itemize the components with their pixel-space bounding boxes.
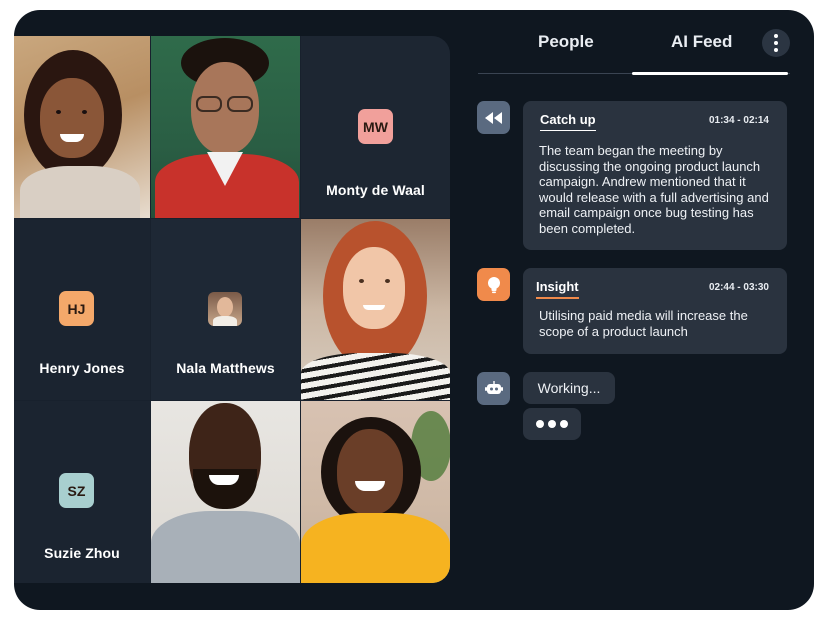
participant-name: Suzie Zhou xyxy=(44,545,120,561)
participant-video xyxy=(14,36,150,218)
tab-people[interactable]: People xyxy=(538,32,594,52)
avatar: MW xyxy=(358,109,393,144)
participant-grid: MW Monty de Waal HJ Henry Jones Nala Mat… xyxy=(14,36,450,583)
participant-tile-nala[interactable]: Nala Matthews xyxy=(151,219,300,400)
participant-tile-video-3[interactable] xyxy=(301,219,450,400)
participant-name: Nala Matthews xyxy=(176,360,275,376)
avatar: HJ xyxy=(59,291,94,326)
participant-video xyxy=(151,36,300,218)
active-tab-indicator xyxy=(632,72,788,75)
participant-tile-video-2[interactable] xyxy=(151,36,300,218)
card-body: The team began the meeting by discussing… xyxy=(539,143,769,236)
participant-video xyxy=(301,401,450,583)
participant-tile-video-4[interactable] xyxy=(151,401,300,583)
typing-dots-icon xyxy=(536,420,568,428)
participant-tile-monty[interactable]: MW Monty de Waal xyxy=(301,36,450,218)
card-body: Utilising paid media will increase the s… xyxy=(539,308,748,339)
avatar xyxy=(208,292,242,326)
feed-card-catch-up: Catch up 01:34 - 02:14 The team began th… xyxy=(523,101,787,250)
participant-tile-henry[interactable]: HJ Henry Jones xyxy=(14,219,150,400)
participant-tile-suzie[interactable]: SZ Suzie Zhou xyxy=(14,401,150,583)
app-window: MW Monty de Waal HJ Henry Jones Nala Mat… xyxy=(14,10,814,610)
participant-tile-video-5[interactable] xyxy=(301,401,450,583)
participant-video xyxy=(151,401,300,583)
rewind-icon xyxy=(477,101,510,134)
robot-icon xyxy=(477,372,510,405)
card-timestamp: 01:34 - 02:14 xyxy=(708,115,769,126)
lightbulb-icon xyxy=(477,268,510,301)
working-status: Working... xyxy=(523,372,615,404)
tab-ai-feed[interactable]: AI Feed xyxy=(671,32,732,52)
feed-card-insight: Insight 02:44 - 03:30 Utilising paid med… xyxy=(523,268,787,354)
typing-indicator xyxy=(523,408,581,440)
card-title: Insight xyxy=(536,279,579,299)
avatar: SZ xyxy=(59,473,94,508)
participant-name: Monty de Waal xyxy=(326,182,425,198)
vertical-ellipsis-icon[interactable] xyxy=(762,29,790,57)
card-title: Catch up xyxy=(540,112,596,131)
participant-video xyxy=(301,219,450,400)
participant-name: Henry Jones xyxy=(39,360,125,376)
panel-tabs: People AI Feed xyxy=(478,10,790,76)
participant-tile-video-1[interactable] xyxy=(14,36,150,218)
card-timestamp: 02:44 - 03:30 xyxy=(708,282,769,293)
